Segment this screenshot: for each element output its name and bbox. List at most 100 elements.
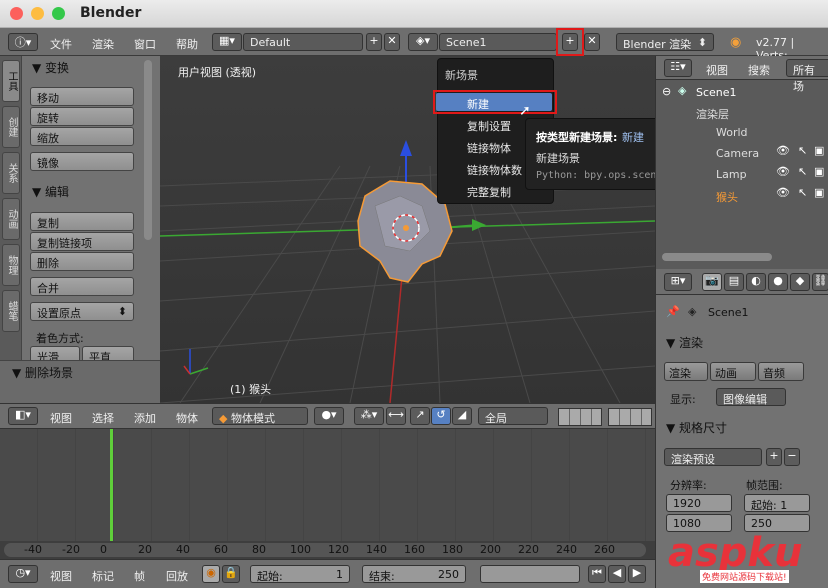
animation-button[interactable]: 动画 [710,362,756,381]
maximize-icon[interactable] [52,7,65,20]
menu-item-link-object-data[interactable]: 链接物体数 [467,162,522,178]
tool-shelf-scrollbar[interactable] [144,60,152,240]
tab-animation[interactable]: 动画 [2,198,20,240]
render-preset-select[interactable]: 渲染预设 [664,448,762,466]
tl-menu-view[interactable]: 视图 [50,568,72,584]
render-tab-icon[interactable]: 📷 [702,273,722,291]
set-origin-select[interactable]: 设置原点 ⬍ [30,302,134,321]
menu-window[interactable]: 窗口 [134,36,156,52]
transform-orientation-select[interactable]: 全局 [478,407,548,425]
layout-icon[interactable]: ▦▾ [212,33,242,51]
resolution-x-field[interactable]: 1920 [666,494,732,512]
scene-tab-icon[interactable]: ◐ [746,273,766,291]
world-tab-icon[interactable]: ● [768,273,788,291]
outliner-item-render-layer[interactable]: 渲染层 [696,106,729,122]
render-panel-header[interactable]: ▼ 渲染 [666,334,703,351]
render-camera-icon[interactable]: ▣ [814,165,824,178]
visibility-eye-icon[interactable]: 👁 [776,144,790,157]
outliner-item-scene[interactable]: Scene1 [696,86,737,99]
tab-grease-pencil[interactable]: 蜡笔 [2,290,20,332]
scene-field[interactable]: Scene1 [439,33,557,51]
dimensions-panel-header[interactable]: ▼ 规格尺寸 [666,419,727,436]
3d-view-editor-icon[interactable]: ◧▾ [8,407,38,425]
mirror-button[interactable]: 镜像 [30,152,134,171]
tl-menu-marker[interactable]: 标记 [92,568,114,584]
menu-item-full-copy[interactable]: 完整复制 [467,184,511,200]
properties-editor-icon[interactable]: ⊞▾ [664,273,692,291]
outliner-tab-search[interactable]: 搜索 [748,62,770,78]
close-icon[interactable] [10,7,23,20]
render-button[interactable]: 渲染 [664,362,708,381]
pivot-point-icon[interactable]: ⁂▾ [354,407,384,425]
rotate-button[interactable]: 旋转 [30,107,134,126]
preset-remove-icon[interactable]: − [784,448,800,466]
mode-select[interactable]: ◆ 物体模式 [212,407,308,425]
vp-menu-add[interactable]: 添加 [134,410,156,426]
layers-grid-left[interactable] [558,408,602,426]
transform-panel-header[interactable]: ▼ 变换 [32,59,69,76]
timeline-area[interactable] [0,429,655,541]
render-camera-icon[interactable]: ▣ [814,186,824,199]
scene-icon[interactable]: ◈▾ [408,33,438,51]
tab-physics[interactable]: 物理 [2,244,20,286]
prev-keyframe-icon[interactable]: ◀ [608,565,626,583]
lock-icon[interactable]: 🔒 [222,565,240,583]
minimize-icon[interactable] [31,7,44,20]
current-frame-line[interactable] [110,429,113,541]
vp-menu-object[interactable]: 物体 [176,410,198,426]
current-frame-field[interactable] [480,565,580,583]
info-editor-icon[interactable]: ⓘ▾ [8,33,38,51]
move-button[interactable]: 移动 [30,87,134,106]
menu-item-copy-settings[interactable]: 复制设置 [467,118,511,134]
scale-button[interactable]: 缩放 [30,127,134,146]
object-tab-icon[interactable]: ◆ [790,273,810,291]
layout-field[interactable]: Default [243,33,363,51]
outliner-item-world[interactable]: World [716,126,748,139]
menu-item-link-objects[interactable]: 链接物体 [467,140,511,156]
delete-scene-header[interactable]: ▼ 删除场景 [12,364,73,381]
menu-item-new[interactable]: 新建 [467,96,489,112]
join-button[interactable]: 合并 [30,277,134,296]
outliner-scrollbar[interactable] [662,253,772,261]
vp-menu-view[interactable]: 视图 [50,410,72,426]
play-icon[interactable]: ▶ [628,565,646,583]
selectable-arrow-icon[interactable]: ↖ [798,186,807,199]
tl-menu-frame[interactable]: 帧 [134,568,145,584]
audio-button[interactable]: 音频 [758,362,804,381]
delete-button[interactable]: 删除 [30,252,134,271]
scene-add-icon[interactable]: + [562,33,578,51]
menu-file[interactable]: 文件 [50,36,72,52]
selectable-arrow-icon[interactable]: ↖ [798,165,807,178]
layout-add-icon[interactable]: + [366,33,382,51]
translate-manipulator-icon[interactable]: ↗ [410,407,430,425]
scale-manipulator-icon[interactable]: ◢ [452,407,472,425]
tab-create[interactable]: 创建 [2,106,20,148]
outliner-expand-icon[interactable]: ⊖ [662,85,671,98]
shading-mode-icon[interactable]: ●▾ [314,407,344,425]
rotate-manipulator-icon[interactable]: ↺ [431,407,451,425]
outliner-editor-icon[interactable]: ☷▾ [664,59,692,77]
outliner-display-select[interactable]: 所有场 [786,59,828,93]
outliner-tab-view[interactable]: 视图 [706,62,728,78]
visibility-eye-icon[interactable]: 👁 [776,186,790,199]
duplicate-linked-button[interactable]: 复制链接项 [30,232,134,251]
outliner-item-monkey[interactable]: 猴头 [716,189,738,205]
visibility-eye-icon[interactable]: 👁 [776,165,790,178]
tl-menu-playback[interactable]: 回放 [166,568,188,584]
outliner-item-lamp[interactable]: Lamp [716,168,747,181]
menu-render[interactable]: 渲染 [92,36,114,52]
display-select[interactable]: 图像编辑 [716,388,786,406]
3d-viewport[interactable]: 用户视图 (透视) (1) 猴头 [160,56,655,403]
pin-icon[interactable]: 📌 [666,305,680,318]
layout-remove-icon[interactable]: ✕ [384,33,400,51]
edit-panel-header[interactable]: ▼ 编辑 [32,183,69,200]
tab-relations[interactable]: 关系 [2,152,20,194]
preset-add-icon[interactable]: + [766,448,782,466]
start-frame-field[interactable]: 起始: 1 [250,565,350,583]
record-icon[interactable]: ◉ [202,565,220,583]
render-camera-icon[interactable]: ▣ [814,144,824,157]
scene-remove-icon[interactable]: ✕ [584,33,600,51]
vp-menu-select[interactable]: 选择 [92,410,114,426]
timeline-editor-icon[interactable]: ◷▾ [8,565,38,583]
render-layers-tab-icon[interactable]: ▤ [724,273,744,291]
